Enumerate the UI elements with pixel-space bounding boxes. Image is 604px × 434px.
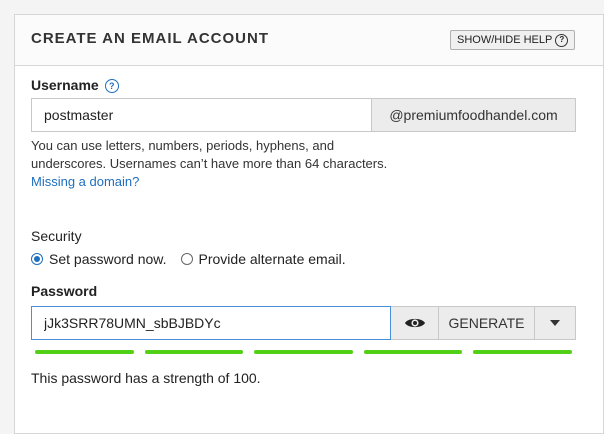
username-label: Username? bbox=[31, 77, 119, 93]
password-label: Password bbox=[31, 283, 98, 299]
password-input-group: GENERATE bbox=[31, 306, 576, 340]
username-input[interactable] bbox=[31, 98, 371, 132]
set-password-radio[interactable] bbox=[31, 253, 43, 265]
alternate-email-radio[interactable] bbox=[180, 253, 193, 265]
security-options: Set password now. Provide alternate emai… bbox=[31, 251, 346, 267]
generate-button[interactable]: GENERATE bbox=[439, 306, 535, 340]
eye-icon bbox=[404, 318, 425, 328]
show-hide-help-button[interactable]: SHOW/HIDE HELP ? bbox=[450, 30, 576, 50]
missing-domain-link[interactable]: Missing a domain? bbox=[31, 174, 139, 189]
alternate-email-label[interactable]: Provide alternate email. bbox=[199, 251, 346, 267]
username-input-group: @premiumfoodhandel.com bbox=[31, 98, 576, 132]
show-password-button[interactable] bbox=[391, 306, 439, 340]
password-input[interactable] bbox=[31, 306, 391, 340]
show-hide-help-label: SHOW/HIDE HELP bbox=[457, 34, 553, 46]
question-circle-icon[interactable]: ? bbox=[104, 79, 119, 93]
panel-header: CREATE AN EMAIL ACCOUNT SHOW/HIDE HELP ? bbox=[15, 15, 603, 66]
strength-meter-segment bbox=[35, 350, 134, 354]
username-label-text: Username bbox=[31, 77, 99, 93]
domain-suffix: @premiumfoodhandel.com bbox=[371, 98, 576, 132]
strength-meter-segment bbox=[254, 350, 353, 354]
panel-title: CREATE AN EMAIL ACCOUNT bbox=[31, 30, 269, 47]
strength-meter-segment bbox=[144, 350, 244, 354]
question-circle-icon: ? bbox=[555, 33, 569, 47]
password-strength-meter bbox=[35, 350, 572, 354]
password-strength-text: This password has a strength of 100. bbox=[31, 370, 261, 386]
set-password-label[interactable]: Set password now. bbox=[49, 251, 167, 267]
create-email-panel: CREATE AN EMAIL ACCOUNT SHOW/HIDE HELP ?… bbox=[14, 14, 604, 434]
caret-down-icon bbox=[550, 320, 560, 326]
strength-meter-segment bbox=[363, 350, 463, 354]
generate-options-dropdown[interactable] bbox=[535, 306, 576, 340]
username-help-text: You can use letters, numbers, periods, h… bbox=[31, 138, 388, 171]
security-label: Security bbox=[31, 228, 82, 244]
strength-meter-segment bbox=[473, 350, 572, 354]
